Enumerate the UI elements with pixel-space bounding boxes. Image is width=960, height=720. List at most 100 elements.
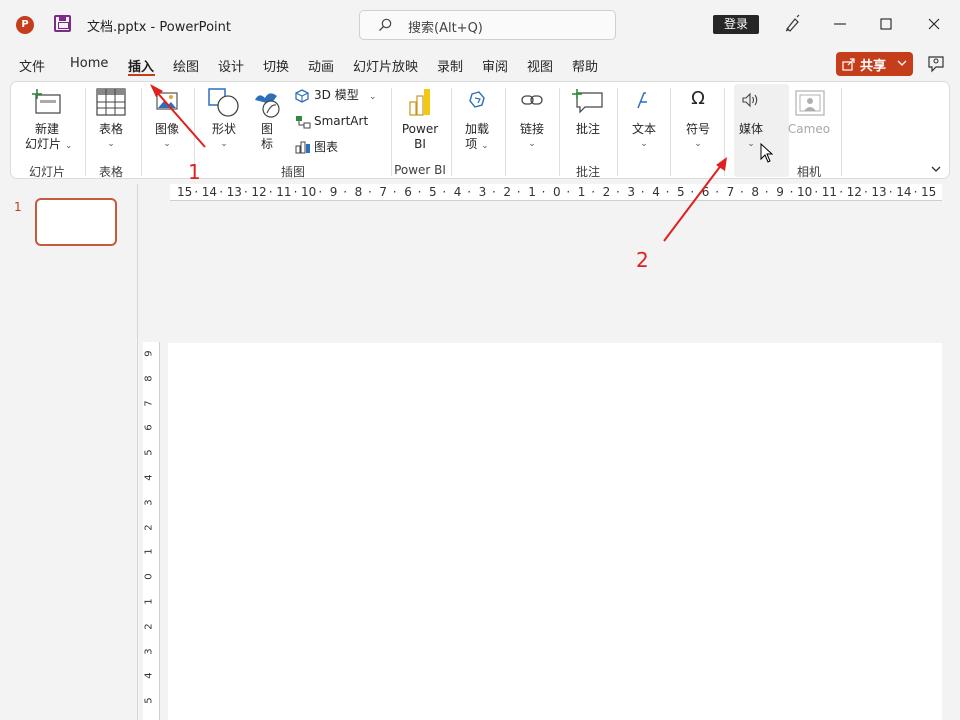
minimize-icon[interactable] [830,14,850,34]
ruler-tick-label: 12 [846,185,862,199]
annotation-label-1: 1 [188,160,201,184]
3d-model-button[interactable]: 3D 模型 [314,88,359,103]
powerbi-button[interactable]: Power BI [399,122,441,152]
link-button[interactable]: 链接 ⌄ [513,122,551,152]
tab-insert[interactable]: 插入 [128,56,154,75]
comment-button[interactable]: 批注 [569,122,607,137]
share-button[interactable]: 共享 [836,52,913,76]
annotation-label-2: 2 [636,248,649,272]
pen-icon[interactable] [782,14,802,34]
chevron-down-icon[interactable]: ⌄ [369,88,377,105]
ruler-tick-label: 2 [143,523,155,531]
ruler-tick-mark: · [913,185,918,199]
image-icon[interactable] [156,92,178,110]
slide-canvas[interactable] [168,343,942,720]
comment-label: 批注 [575,122,600,136]
comment-icon[interactable] [927,55,945,73]
ruler-tick-label: 8 [143,375,155,382]
chevron-down-icon: ⌄ [528,139,536,149]
new-slide-icon[interactable] [31,88,63,116]
link-icon[interactable] [521,92,543,108]
ruler-tick-label: 13 [226,185,242,199]
close-icon[interactable] [924,14,944,34]
text-icon[interactable] [633,90,655,112]
omega-icon[interactable]: Ω [687,88,709,110]
icons-icon[interactable] [253,88,283,118]
new-comment-icon[interactable] [571,88,603,114]
ruler-tick-label: 9 [329,185,338,199]
save-icon[interactable] [54,15,71,32]
ruler-tick-label: 5 [143,449,155,456]
ruler-tick-mark: · [864,185,868,199]
addins-label-2: 项 [465,137,478,151]
ruler-tick-mark: · [492,185,496,199]
ruler-tick-mark: · [888,185,893,199]
chevron-down-icon: ⌄ [163,139,171,149]
smartart-label: SmartArt [314,114,369,128]
login-button[interactable]: 登录 [713,15,759,34]
chevron-down-icon[interactable] [895,56,909,70]
ruler-tick-label: 6 [701,185,710,199]
ruler-tick-mark: · [417,185,422,199]
ruler-tick-mark: · [293,185,298,199]
ruler-tick-mark: · [467,185,472,199]
tab-design[interactable]: 设计 [218,56,244,75]
tab-file[interactable]: 文件 [19,56,45,75]
ruler-tick-mark: · [789,185,794,199]
powerbi-icon[interactable] [409,88,431,116]
ruler-tick-mark: · [616,185,620,199]
chevron-down-icon[interactable] [929,162,943,176]
tab-help[interactable]: 帮助 [572,56,598,75]
chart-button[interactable]: 图表 [314,140,338,155]
ruler-tick-mark: · [194,185,199,199]
ruler-tick-mark: · [764,185,769,199]
ruler-tick-mark: · [268,185,273,199]
ruler-tick-label: 10 [301,185,317,199]
tab-animations[interactable]: 动画 [308,56,334,75]
search-box[interactable]: 搜索(Alt+Q) [359,10,616,40]
group-separator [670,88,671,176]
ruler-tick-mark: · [566,185,571,199]
symbol-button[interactable]: 符号 ⌄ [679,122,717,152]
ruler-tick-label: 11 [821,185,838,199]
title-bar: P 文档.pptx - PowerPoint 搜索(Alt+Q) 登录 [0,0,960,48]
group-separator [391,88,392,176]
ruler-tick-mark: · [244,185,248,199]
slide-thumbnail[interactable] [35,198,117,246]
3d-model-icon [295,89,309,103]
image-button[interactable]: 图像 ⌄ [147,122,187,152]
ruler-tick-mark: · [219,185,224,199]
ruler-tick-label: 14 [896,185,912,199]
tab-slideshow[interactable]: 幻灯片放映 [353,56,418,75]
tab-record[interactable]: 录制 [437,56,463,75]
addins-icon[interactable] [466,90,488,112]
tab-transitions[interactable]: 切换 [263,56,289,75]
tab-home[interactable]: Home [70,56,108,71]
shapes-icon[interactable] [208,88,240,118]
ruler-tick-label: 1 [528,185,536,199]
media-label: 媒体 [738,122,763,136]
table-button[interactable]: 表格 ⌄ [91,122,131,152]
tab-review[interactable]: 审阅 [482,56,508,75]
cameo-button[interactable]: Cameo [785,122,833,137]
speaker-icon[interactable] [741,92,759,108]
text-button[interactable]: 文本 ⌄ [625,122,663,152]
maximize-icon[interactable] [876,14,896,34]
ruler-tick-label: 9 [143,350,155,357]
ruler-tick-label: 10 [797,185,813,199]
addins-button[interactable]: 加载 项 ⌄ [459,122,495,154]
new-slide-button[interactable]: 新建 幻灯片 ⌄ [25,122,72,154]
smartart-button[interactable]: SmartArt [314,114,368,129]
ruler-tick-label: 8 [751,185,760,199]
document-title: 文档.pptx - PowerPoint [87,20,231,35]
tab-view[interactable]: 视图 [527,56,553,75]
3d-model-label: 3D 模型 [314,88,359,102]
icons-button[interactable]: 图 标 [255,122,279,152]
share-icon [842,58,855,71]
tab-draw[interactable]: 绘图 [173,56,199,75]
ruler-tick-label: 15 [177,185,193,199]
table-icon[interactable] [96,88,126,116]
chart-icon [295,141,310,154]
powerbi-label-2: BI [414,137,426,151]
shapes-button[interactable]: 形状 ⌄ [204,122,244,152]
